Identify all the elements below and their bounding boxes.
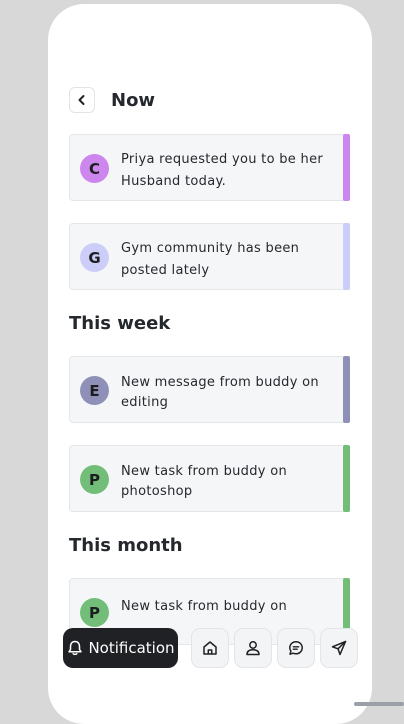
back-button[interactable] bbox=[69, 87, 95, 113]
nav-send-button[interactable] bbox=[320, 628, 358, 668]
accent-bar bbox=[343, 445, 350, 512]
accent-bar bbox=[343, 134, 350, 201]
section-title-week: This week bbox=[69, 313, 171, 334]
bottom-nav: Notification bbox=[63, 628, 359, 670]
chevron-left-icon bbox=[78, 95, 85, 105]
notification-card[interactable]: C Priya requested you to be her Husband … bbox=[69, 134, 350, 201]
home-indicator bbox=[354, 702, 404, 706]
accent-bar bbox=[343, 223, 350, 290]
notification-card[interactable]: P New task from buddy on photoshop bbox=[69, 445, 350, 512]
avatar: E bbox=[80, 376, 109, 405]
avatar: P bbox=[80, 598, 109, 627]
page-header: Now bbox=[69, 87, 155, 113]
notification-text: New task from buddy on photoshop bbox=[121, 464, 287, 499]
section-title-month: This month bbox=[69, 535, 183, 556]
user-icon bbox=[246, 641, 260, 656]
home-icon bbox=[203, 641, 217, 655]
bell-icon bbox=[68, 640, 83, 656]
notification-text: Gym community has been posted lately bbox=[121, 241, 300, 278]
notification-text: Priya requested you to be her Husband to… bbox=[121, 152, 324, 189]
notification-text: New message from buddy on editing bbox=[121, 375, 319, 410]
phone-screen: Now C Priya requested you to be her Husb… bbox=[48, 4, 372, 724]
nav-notification-label: Notification bbox=[88, 639, 175, 657]
page-title: Now bbox=[111, 89, 156, 111]
send-icon bbox=[331, 640, 347, 656]
nav-chat-button[interactable] bbox=[277, 628, 315, 668]
avatar: P bbox=[80, 465, 109, 494]
accent-bar bbox=[343, 356, 350, 423]
chat-icon bbox=[289, 641, 303, 655]
nav-home-button[interactable] bbox=[191, 628, 229, 668]
notification-text: New task from buddy on bbox=[121, 599, 287, 614]
nav-notification-button[interactable]: Notification bbox=[63, 628, 178, 668]
avatar: G bbox=[80, 243, 109, 272]
notification-card[interactable]: G Gym community has been posted lately bbox=[69, 223, 350, 290]
nav-profile-button[interactable] bbox=[234, 628, 272, 668]
notification-card[interactable]: E New message from buddy on editing bbox=[69, 356, 350, 423]
avatar: C bbox=[80, 154, 109, 183]
